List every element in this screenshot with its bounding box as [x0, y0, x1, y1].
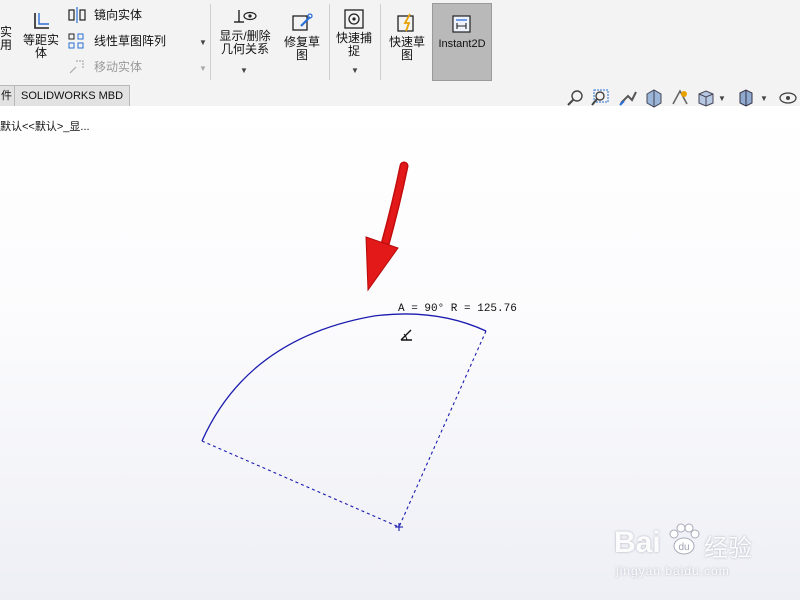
quick-snaps-icon [344, 9, 364, 29]
arc-angle-radius-readout: A = 90° R = 125.76 [398, 303, 517, 315]
linear-pattern-icon [68, 33, 84, 49]
tab-mbd-label: SOLIDWORKS MBD [21, 90, 124, 102]
rapid-sketch-label-1: 快速草 [388, 35, 425, 49]
mirror-entities-label: 镜向实体 [94, 8, 143, 22]
move-entities-button[interactable]: 移动实体 [68, 57, 198, 77]
zoom-to-fit-icon[interactable] [566, 88, 586, 108]
linear-sketch-pattern-button[interactable]: 线性草图阵列 [68, 31, 198, 51]
instant2d-label: Instant2D [438, 38, 486, 50]
view-orientation-icon[interactable] [696, 88, 716, 108]
display-style-dropdown-icon[interactable]: ▼ [760, 94, 768, 103]
repair-sketch-button[interactable]: 修复草 图 [280, 12, 324, 62]
watermark-brand-right: 经验 [704, 535, 752, 562]
baidu-jingyan-watermark: Bai du 经验 jingyan.baidu.com [612, 512, 792, 582]
convert-entities-label-1: 实 [0, 25, 12, 39]
display-style-icon[interactable] [736, 88, 756, 108]
repair-sketch-icon [292, 13, 313, 31]
convert-entities-button[interactable]: 实 用 [0, 26, 14, 52]
offset-entities-label-2: 体 [34, 46, 47, 60]
tab-solidworks-mbd[interactable]: SOLIDWORKS MBD [14, 85, 131, 107]
instant2d-button[interactable]: Instant2D [432, 3, 492, 81]
display-relations-label-1: 显示/删除 [219, 29, 271, 43]
repair-sketch-label-1: 修复草 [283, 35, 320, 49]
rapid-sketch-label-2: 图 [400, 48, 413, 62]
toolbar-separator [380, 4, 381, 80]
baidu-paw-logo-icon: du [669, 523, 700, 555]
linear-pattern-dropdown-icon[interactable]: ▼ [199, 38, 207, 47]
linear-pattern-label: 线性草图阵列 [94, 34, 167, 48]
tab-partial-label: 件 [1, 90, 12, 102]
offset-entities-icon [34, 13, 49, 29]
quick-snaps-dropdown-icon[interactable]: ▼ [351, 66, 359, 75]
watermark-url: jingyan.baidu.com [616, 564, 730, 578]
instant2d-icon [452, 15, 471, 33]
zoom-to-area-icon[interactable] [590, 88, 610, 108]
svg-text:du: du [678, 542, 689, 553]
command-manager-toolbar: 实 用 等距实 体 镜向实体 线性草图阵列 ▼ 移动实体 ▼ 显示/删除 几何关… [0, 0, 800, 85]
display-delete-relations-button[interactable]: 显示/删除 几何关系 [214, 8, 276, 56]
move-entities-label: 移动实体 [94, 60, 143, 74]
mirror-icon [68, 7, 86, 23]
rapid-sketch-button[interactable]: 快速草 图 [384, 12, 430, 62]
rapid-sketch-icon [397, 13, 414, 32]
move-entities-icon [69, 60, 84, 74]
toolbar-separator [329, 4, 330, 80]
relations-dropdown-icon[interactable]: ▼ [240, 66, 248, 75]
quick-snaps-label-1: 快速捕 [335, 31, 372, 45]
repair-sketch-label-2: 图 [295, 48, 308, 62]
offset-entities-label-1: 等距实 [22, 33, 59, 47]
display-relations-label-2: 几何关系 [220, 42, 269, 56]
convert-entities-label-2: 用 [0, 38, 12, 52]
offset-entities-button[interactable]: 等距实 体 [18, 10, 64, 60]
heads-up-view-toolbar: ▼ ▼ [566, 88, 800, 110]
watermark-brand-left: Bai [614, 526, 661, 559]
hide-show-items-icon[interactable] [778, 88, 798, 108]
move-entities-dropdown-icon[interactable]: ▼ [199, 64, 207, 73]
dynamic-annotation-icon[interactable] [670, 88, 690, 108]
previous-view-icon[interactable] [618, 88, 638, 108]
feature-tree-config-path: 默认<<默认>_显... [0, 121, 90, 133]
quick-snaps-label-2: 捉 [347, 44, 360, 58]
view-orientation-dropdown-icon[interactable]: ▼ [718, 94, 726, 103]
toolbar-separator [210, 4, 211, 80]
relations-eye-icon [234, 10, 257, 23]
section-view-icon[interactable] [644, 88, 664, 108]
quick-snaps-button[interactable]: 快速捕 捉 [332, 8, 376, 58]
mirror-entities-button[interactable]: 镜向实体 [68, 5, 198, 25]
